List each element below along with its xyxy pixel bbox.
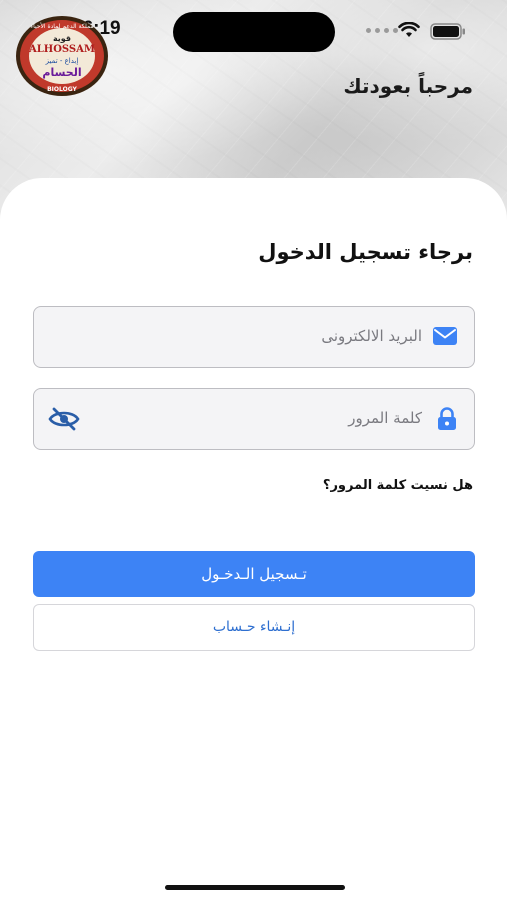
forgot-password-link[interactable]: هل نسيت كلمة المرور؟ [323,478,473,493]
wifi-icon [398,22,420,37]
login-heading: برجاء تسجيل الدخول [258,240,473,264]
email-placeholder: البريد الالكترونى [321,327,422,345]
lock-icon [438,407,456,430]
eye-off-icon[interactable] [48,407,80,431]
login-button[interactable]: تـسجيل الـدخـول [33,551,475,597]
cellular-signal-icon [366,28,398,33]
logo-subject: BIOLOGY [47,86,77,93]
password-field[interactable]: كلمة المرور [33,388,475,450]
brand-logo: مملكة الدعم لمادة الأحياء قوية ALHOSSAM … [16,16,108,96]
battery-icon [430,23,465,40]
password-placeholder: كلمة المرور [348,409,422,427]
logo-arc-text: مملكة الدعم لمادة الأحياء [30,22,93,30]
logo-arabic-name: الحسام [42,66,81,79]
logo-name: ALHOSSAM [28,44,95,55]
envelope-icon [433,327,457,345]
dynamic-island [173,12,335,52]
email-field[interactable]: البريد الالكترونى [33,306,475,368]
logo-tagline: إبداع - تميز [45,57,79,65]
home-indicator[interactable] [165,885,345,890]
logo-line: قوية [53,34,71,43]
welcome-title: مرحباً بعودتك [343,74,473,98]
login-card: برجاء تسجيل الدخول البريد الالكترونى كلم… [0,178,507,900]
create-account-button[interactable]: إنـشاء حـساب [33,604,475,651]
